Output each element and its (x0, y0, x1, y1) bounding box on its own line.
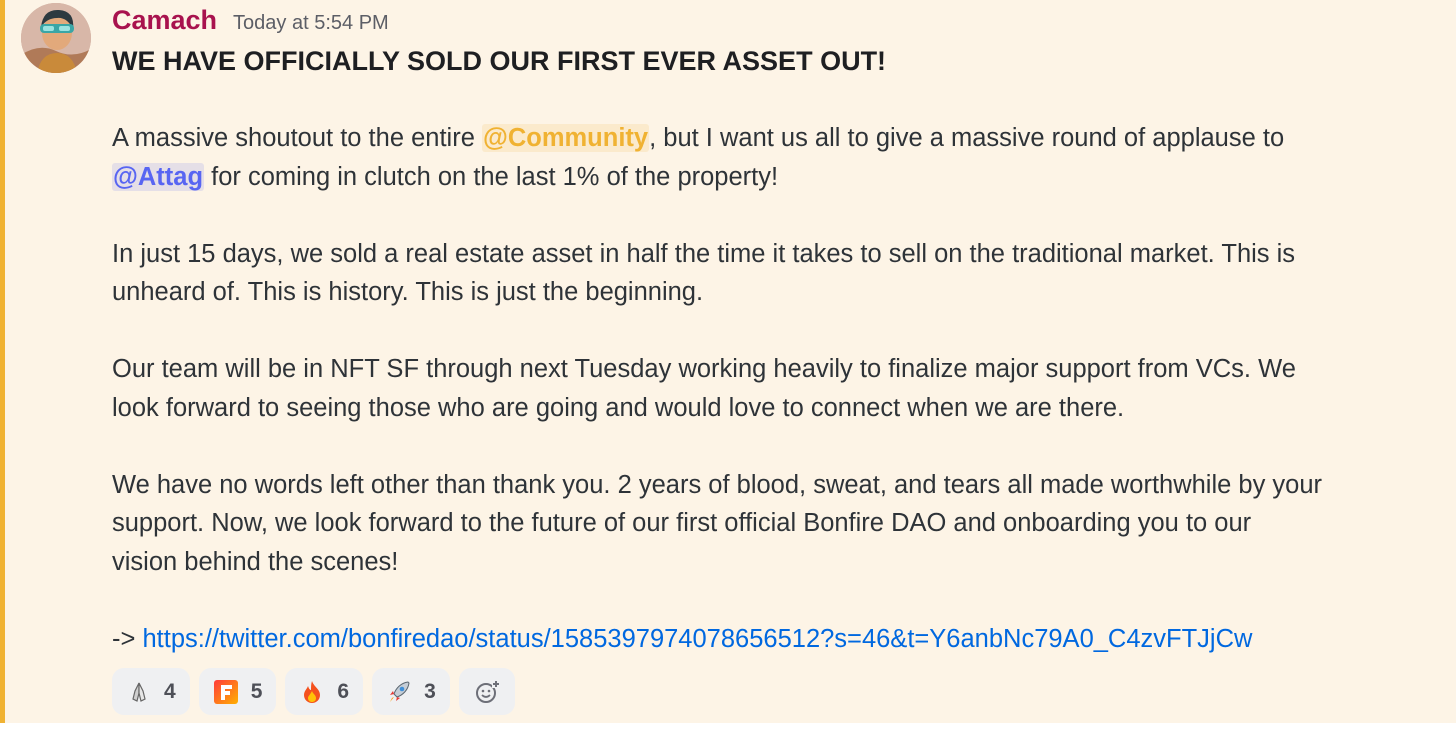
add-emoji-icon (474, 679, 500, 705)
text-segment: for coming in clutch on the last 1% of t… (204, 162, 779, 191)
user-mention-attag[interactable]: @Attag (112, 162, 205, 191)
rocket-icon (386, 679, 412, 705)
reactions-bar: 4 5 6 3 (112, 668, 515, 715)
twitter-status-link[interactable]: https://twitter.com/bonfiredao/status/15… (142, 625, 1252, 653)
avatar-image (21, 3, 91, 73)
paragraph-1-line-2: @Attag for coming in clutch on the last … (112, 158, 1447, 197)
praying-hands-icon (126, 679, 152, 705)
add-reaction-button[interactable] (458, 668, 515, 715)
message-headline: WE HAVE OFFICIALLY SOLD OUR FIRST EVER A… (112, 46, 887, 76)
paragraph-2-line-2: unheard of. This is history. This is jus… (112, 278, 704, 306)
reaction-rocket[interactable]: 3 (372, 668, 450, 715)
paragraph-3-line-1: Our team will be in NFT SF through next … (112, 355, 1296, 383)
text-segment: , but I want us all to give a massive ro… (649, 124, 1285, 152)
reaction-fire[interactable]: 6 (285, 668, 364, 715)
f-logo-icon (213, 679, 239, 705)
paragraph-4-line-3: vision behind the scenes! (112, 547, 399, 576)
paragraph-1-line-1: A massive shoutout to the entire @Commun… (112, 119, 1447, 158)
reaction-count: 4 (164, 679, 176, 703)
reaction-f-logo[interactable]: 5 (198, 668, 277, 715)
text-segment: A massive shoutout to the entire (112, 124, 482, 152)
paragraph-4-line-2: support. Now, we look forward to the fut… (112, 509, 1252, 537)
message-content: WE HAVE OFFICIALLY SOLD OUR FIRST EVER A… (112, 42, 1447, 658)
paragraph-3-line-2: look forward to seeing those who are goi… (112, 393, 1125, 422)
reaction-count: 5 (250, 679, 263, 703)
mention-highlight-bar (0, 0, 5, 723)
avatar[interactable] (21, 3, 91, 73)
reaction-praying-hands[interactable]: 4 (112, 668, 190, 715)
message-container: Camach Today at 5:54 PM WE HAVE OFFICIAL… (0, 0, 1456, 723)
paragraph-2-line-1: In just 15 days, we sold a real estate a… (112, 239, 1296, 268)
link-line: -> https://twitter.com/bonfiredao/status… (112, 620, 1447, 659)
link-prefix: -> (112, 624, 143, 653)
paragraph-4-line-1: We have no words left other than thank y… (112, 470, 1323, 499)
message-timestamp: Today at 5:54 PM (233, 12, 389, 34)
reaction-count: 3 (424, 679, 436, 703)
message-header: Camach Today at 5:54 PM (112, 5, 389, 41)
reaction-count: 6 (337, 679, 350, 703)
author-name[interactable]: Camach (112, 5, 217, 36)
role-mention-community[interactable]: @Community (481, 124, 650, 152)
fire-icon (299, 679, 325, 705)
